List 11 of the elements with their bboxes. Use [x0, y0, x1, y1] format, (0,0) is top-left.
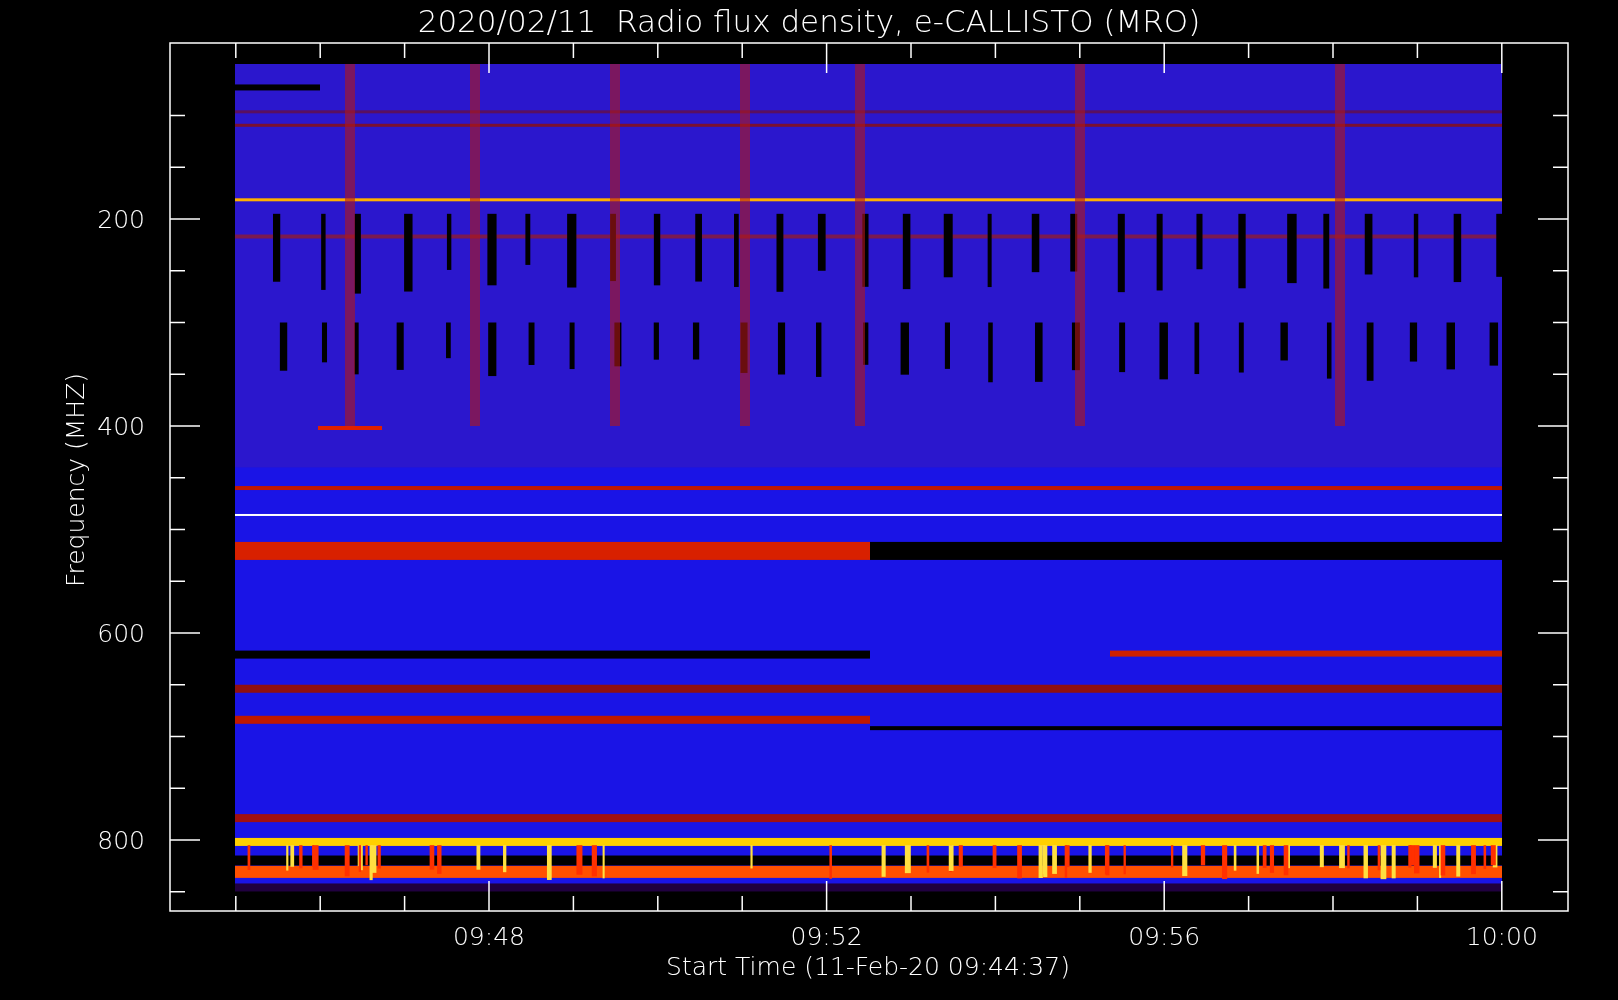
x-tick-label: 09:48 [453, 922, 525, 951]
y-axis-label: Frequency (MHZ) [61, 372, 90, 588]
x-axis-label: Start Time (11-Feb-20 09:44:37) [666, 952, 1070, 981]
x-tick-label: 09:52 [790, 922, 863, 951]
y-tick-label: 400 [97, 412, 145, 441]
y-tick-label: 800 [97, 826, 145, 855]
chart-title: 2020/02/11 Radio flux density, e-CALLISTO (MRO) [417, 3, 1201, 39]
y-tick-label: 200 [97, 205, 145, 234]
x-tick-label: 09:56 [1128, 922, 1201, 951]
x-tick-label: 10:00 [1465, 922, 1538, 951]
y-tick-label: 600 [97, 619, 145, 648]
